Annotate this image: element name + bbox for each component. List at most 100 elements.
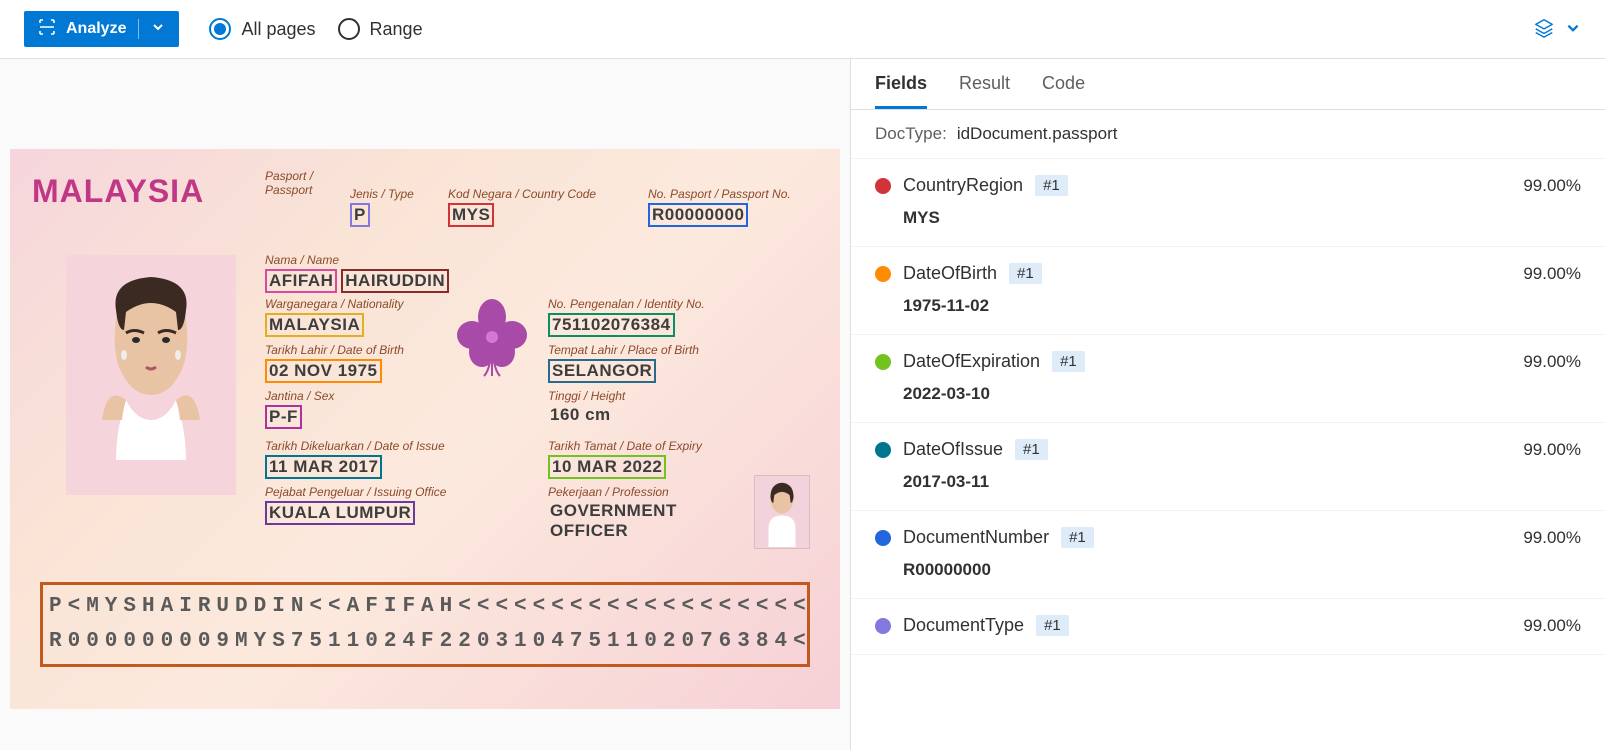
field-chip: #1 — [1009, 263, 1042, 284]
field-value: R00000000 — [903, 560, 1581, 580]
chevron-down-icon[interactable] — [151, 20, 165, 39]
label-doe: Tarikh Tamat / Date of Expiry — [548, 439, 702, 453]
field-row[interactable]: DateOfExpiration #1 99.00% 2022-03-10 — [851, 335, 1605, 423]
passport-country-title: MALAYSIA — [32, 173, 204, 210]
layers-icon[interactable] — [1533, 17, 1555, 42]
value-dob: 02 NOV 1975 — [265, 359, 382, 383]
toolbar: Analyze All pages Range — [0, 0, 1605, 59]
value-idno: 751102076384 — [548, 313, 675, 337]
flower-icon — [452, 297, 532, 377]
field-value: 2017-03-11 — [903, 472, 1581, 492]
color-swatch — [875, 618, 891, 634]
label-doi: Tarikh Dikeluarkan / Date of Issue — [265, 439, 445, 453]
value-pno: R00000000 — [648, 203, 748, 227]
analyze-icon — [38, 18, 56, 41]
field-confidence: 99.00% — [1523, 528, 1581, 548]
field-chip: #1 — [1015, 439, 1048, 460]
mrz-line2: R000000009MYS7511024F2203104751102076384… — [49, 624, 801, 660]
field-row[interactable]: DocumentType #1 99.00% — [851, 599, 1605, 655]
field-value: MYS — [903, 208, 1581, 228]
field-name: DocumentType — [903, 615, 1024, 636]
value-height: 160 cm — [548, 405, 613, 425]
document-viewer[interactable]: MALAYSIA — [0, 59, 850, 750]
value-type: P — [350, 203, 370, 227]
mrz-line1: P<MYSHAIRUDDIN<<AFIFAH<<<<<<<<<<<<<<<<<<… — [49, 589, 801, 625]
radio-range[interactable]: Range — [338, 18, 423, 40]
label-idno: No. Pengenalan / Identity No. — [548, 297, 705, 311]
passport-photo-thumb — [754, 475, 810, 549]
label-type: Jenis / Type — [350, 187, 414, 201]
color-swatch — [875, 442, 891, 458]
field-confidence: 99.00% — [1523, 616, 1581, 636]
field-confidence: 99.00% — [1523, 176, 1581, 196]
passport-document: MALAYSIA — [10, 149, 840, 709]
color-swatch — [875, 354, 891, 370]
field-confidence: 99.00% — [1523, 440, 1581, 460]
color-swatch — [875, 530, 891, 546]
field-name: DocumentNumber — [903, 527, 1049, 548]
person-icon — [66, 255, 236, 495]
doctype-row: DocType: idDocument.passport — [851, 110, 1605, 159]
label-sex: Jantina / Sex — [265, 389, 334, 403]
color-swatch — [875, 266, 891, 282]
radio-icon — [209, 18, 231, 40]
label-height: Tinggi / Height — [548, 389, 625, 403]
field-chip: #1 — [1035, 175, 1068, 196]
label-dob: Tarikh Lahir / Date of Birth — [265, 343, 404, 357]
radio-icon — [338, 18, 360, 40]
label-pno: No. Pasport / Passport No. — [648, 187, 791, 201]
label-pob: Tempat Lahir / Place of Birth — [548, 343, 699, 357]
field-value: 2022-03-10 — [903, 384, 1581, 404]
field-name: DateOfIssue — [903, 439, 1003, 460]
value-prof2: OFFICER — [548, 521, 630, 541]
value-sex: P-F — [265, 405, 302, 429]
doctype-label: DocType: — [875, 124, 947, 144]
radio-all-pages[interactable]: All pages — [209, 18, 315, 40]
field-name: DateOfBirth — [903, 263, 997, 284]
value-office: KUALA LUMPUR — [265, 501, 415, 525]
tab-result[interactable]: Result — [959, 59, 1010, 109]
toolbar-right — [1533, 17, 1581, 42]
field-name: CountryRegion — [903, 175, 1023, 196]
separator — [138, 19, 139, 39]
page-range-radio-group: All pages Range — [209, 18, 422, 40]
analyze-label: Analyze — [66, 20, 126, 38]
results-panel: Fields Result Code DocType: idDocument.p… — [850, 59, 1605, 750]
value-doe: 10 MAR 2022 — [548, 455, 666, 479]
tab-fields[interactable]: Fields — [875, 59, 927, 109]
tab-code[interactable]: Code — [1042, 59, 1085, 109]
doctype-value: idDocument.passport — [957, 124, 1118, 144]
value-firstname: AFIFAH — [265, 269, 337, 293]
chevron-down-icon[interactable] — [1565, 20, 1581, 39]
field-row[interactable]: DateOfBirth#199.00%1975-11-02 — [851, 247, 1605, 335]
field-confidence: 99.00% — [1523, 352, 1581, 372]
label-nat: Warganegara / Nationality — [265, 297, 404, 311]
field-row[interactable]: CountryRegion #1 99.00% MYS — [851, 159, 1605, 247]
value-lastname: HAIRUDDIN — [341, 269, 449, 293]
value-nat: MALAYSIA — [265, 313, 364, 337]
radio-label: All pages — [241, 19, 315, 40]
field-row[interactable]: DateOfIssue #1 99.00% 2017-03-11 — [851, 423, 1605, 511]
tabs: Fields Result Code — [851, 59, 1605, 110]
label-ccode: Kod Negara / Country Code — [448, 187, 596, 201]
passport-photo — [66, 255, 236, 495]
field-value: 1975-11-02 — [903, 296, 1581, 316]
field-chip: #1 — [1052, 351, 1085, 372]
color-swatch — [875, 178, 891, 194]
field-chip: #1 — [1036, 615, 1069, 636]
analyze-button[interactable]: Analyze — [24, 11, 179, 47]
value-ccode: MYS — [448, 203, 494, 227]
label-office: Pejabat Pengeluar / Issuing Office — [265, 485, 446, 499]
value-pob: SELANGOR — [548, 359, 656, 383]
label-passport: Pasport / Passport — [265, 169, 325, 197]
label-prof: Pekerjaan / Profession — [548, 485, 679, 499]
value-prof1: GOVERNMENT — [548, 501, 679, 521]
field-row[interactable]: DocumentNumber #1 99.00% R00000000 — [851, 511, 1605, 599]
mrz-zone: P<MYSHAIRUDDIN<<AFIFAH<<<<<<<<<<<<<<<<<<… — [40, 582, 810, 667]
field-name: DateOfExpiration — [903, 351, 1040, 372]
value-doi: 11 MAR 2017 — [265, 455, 382, 479]
fields-list[interactable]: CountryRegion #1 99.00% MYS DateOfBirth #1 99.… — [851, 159, 1605, 750]
radio-label: Range — [370, 19, 423, 40]
label-name: Nama / Name — [265, 253, 449, 267]
field-chip: #1 — [1061, 527, 1094, 548]
